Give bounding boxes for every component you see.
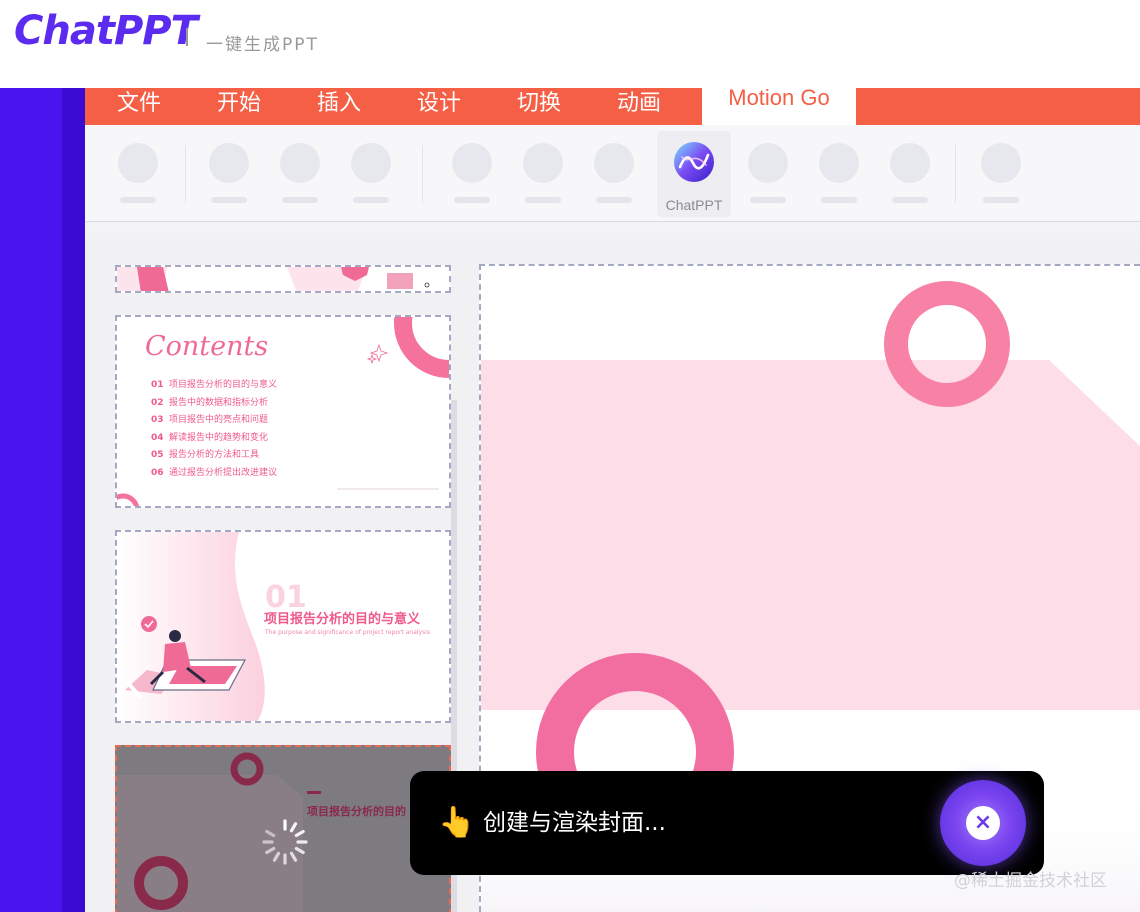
tab-design[interactable]: 设计 bbox=[417, 88, 461, 125]
section-slide-illustration bbox=[117, 532, 265, 721]
toolbar-skeleton-button[interactable] bbox=[277, 141, 323, 211]
tab-animations[interactable]: 动画 bbox=[617, 88, 661, 125]
contents-heading: Contents bbox=[145, 331, 269, 362]
loading-slide-dash bbox=[307, 791, 321, 794]
skeleton-label bbox=[892, 197, 928, 203]
ribbon-toolbar: ChatPPT bbox=[85, 125, 1140, 222]
slide-thumbnail-3[interactable]: 01 项目报告分析的目的与意义 The purpose and signific… bbox=[115, 530, 451, 723]
skeleton-label bbox=[282, 197, 318, 203]
toc-item: 06 通过报告分析提出改进建议 bbox=[151, 465, 277, 483]
toc-item-text: 项目报告中的亮点和问题 bbox=[169, 415, 269, 425]
app-root: ChatPPT 一键生成PPT 文件 开始 插入 设计 切换 动画 Motion… bbox=[0, 0, 1140, 912]
chatppt-icon bbox=[674, 142, 714, 182]
skeleton-icon bbox=[209, 143, 249, 183]
skeleton-label bbox=[525, 197, 561, 203]
toc-item-num: 05 bbox=[151, 450, 164, 460]
loading-slide-title: 项目报告分析的目的 bbox=[307, 805, 406, 818]
toc-item-num: 01 bbox=[151, 380, 164, 390]
toc-item-text: 报告分析的方法和工具 bbox=[169, 450, 260, 460]
toolbar-divider bbox=[185, 145, 186, 203]
toc-list: 01 项目报告分析的目的与意义 02 报告中的数据和指标分析 03 项目报告中的亮点和… bbox=[151, 377, 277, 482]
skeleton-icon bbox=[280, 143, 320, 183]
toolbar-skeleton-button[interactable] bbox=[449, 141, 495, 211]
toc-item-num: 06 bbox=[151, 467, 164, 478]
toolbar-skeleton-button[interactable] bbox=[591, 141, 637, 211]
toc-item: 02 报告中的数据和指标分析 bbox=[151, 395, 277, 413]
toc-item-num: 04 bbox=[151, 432, 164, 443]
left-purple-strip bbox=[0, 88, 62, 912]
toc-item: 04 解读报告中的趋势和变化 bbox=[151, 430, 277, 448]
brand-tagline: 一键生成PPT bbox=[206, 35, 319, 55]
toolbar-skeleton-button[interactable] bbox=[115, 141, 161, 211]
close-icon: × bbox=[966, 806, 1000, 840]
skeleton-label bbox=[983, 197, 1019, 203]
loading-spinner-icon bbox=[262, 819, 308, 865]
section-subtitle: The purpose and significance of project … bbox=[265, 629, 431, 636]
toolbar-divider bbox=[422, 145, 423, 203]
slide-1-art bbox=[117, 267, 449, 291]
toolbar-skeleton-button[interactable] bbox=[745, 141, 791, 211]
toolbar-divider bbox=[955, 145, 956, 203]
tab-insert[interactable]: 插入 bbox=[317, 88, 361, 125]
toolbar-skeleton-button[interactable] bbox=[520, 141, 566, 211]
progress-toast: 👆 创建与渲染封面... × bbox=[410, 771, 1044, 875]
slide-thumbnail-1[interactable] bbox=[115, 265, 451, 293]
chatppt-logo[interactable]: ChatPPT bbox=[14, 8, 198, 54]
skeleton-label bbox=[454, 197, 490, 203]
toc-item-text: 通过报告分析提出改进建议 bbox=[169, 467, 278, 478]
toc-item-text: 解读报告中的趋势和变化 bbox=[169, 432, 269, 443]
skeleton-label bbox=[750, 197, 786, 203]
slide-thumbnail-4-loading[interactable]: 项目报告分析的目的 bbox=[115, 745, 451, 912]
skeleton-label bbox=[211, 197, 247, 203]
chatppt-tool-label: ChatPPT bbox=[665, 197, 723, 213]
toc-item-num: 03 bbox=[151, 415, 164, 425]
toc-item: 03 项目报告中的亮点和问题 bbox=[151, 412, 277, 430]
ribbon-tab-bar: 文件 开始 插入 设计 切换 动画 Motion Go bbox=[85, 88, 1140, 125]
toc-item-num: 02 bbox=[151, 397, 164, 408]
skeleton-icon bbox=[118, 143, 158, 183]
skeleton-icon bbox=[819, 143, 859, 183]
skeleton-icon bbox=[748, 143, 788, 183]
toolbar-skeleton-button[interactable] bbox=[887, 141, 933, 211]
cancel-generation-button[interactable]: × bbox=[940, 780, 1026, 866]
tab-motion-go[interactable]: Motion Go bbox=[702, 88, 856, 125]
toc-item: 05 报告分析的方法和工具 bbox=[151, 447, 277, 465]
brand-bar: ChatPPT 一键生成PPT bbox=[0, 0, 1140, 88]
skeleton-icon bbox=[523, 143, 563, 183]
workspace-header-gap bbox=[85, 222, 1140, 252]
skeleton-label bbox=[120, 197, 156, 203]
skeleton-label bbox=[353, 197, 389, 203]
skeleton-icon bbox=[981, 143, 1021, 183]
tab-home[interactable]: 开始 bbox=[217, 88, 261, 125]
section-title: 项目报告分析的目的与意义 bbox=[264, 612, 421, 627]
left-dark-strip bbox=[62, 88, 85, 912]
toolbar-skeleton-button[interactable] bbox=[816, 141, 862, 211]
skeleton-icon bbox=[594, 143, 634, 183]
tab-transitions[interactable]: 切换 bbox=[517, 88, 561, 125]
toc-item: 01 项目报告分析的目的与意义 bbox=[151, 377, 277, 395]
toolbar-skeleton-button[interactable] bbox=[348, 141, 394, 211]
watermark: @稀土掘金技术社区 bbox=[954, 871, 1107, 891]
skeleton-label bbox=[821, 197, 857, 203]
skeleton-label bbox=[596, 197, 632, 203]
skeleton-icon bbox=[890, 143, 930, 183]
skeleton-icon bbox=[452, 143, 492, 183]
toast-message: 创建与渲染封面... bbox=[483, 810, 666, 836]
toolbar-skeleton-button[interactable] bbox=[206, 141, 252, 211]
chatppt-tool-button[interactable]: ChatPPT bbox=[657, 131, 731, 217]
toc-item-text: 项目报告分析的目的与意义 bbox=[169, 380, 278, 390]
pointing-hand-icon: 👆 bbox=[438, 805, 476, 840]
slide-thumbnail-2[interactable]: Contents 01 项目报告分析的目的与意义 02 报告中的数据和指标分析 03… bbox=[115, 315, 451, 508]
toolbar-skeleton-button[interactable] bbox=[978, 141, 1024, 211]
skeleton-icon bbox=[351, 143, 391, 183]
brand-divider bbox=[186, 28, 188, 46]
tab-file[interactable]: 文件 bbox=[117, 88, 161, 125]
toc-item-text: 报告中的数据和指标分析 bbox=[169, 397, 269, 408]
